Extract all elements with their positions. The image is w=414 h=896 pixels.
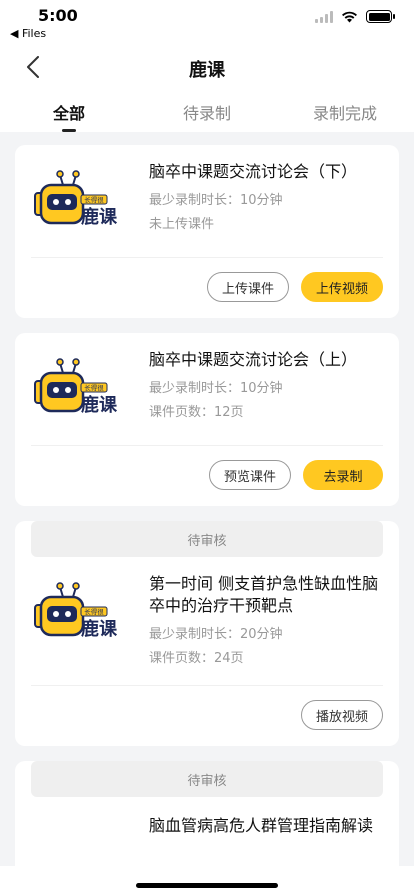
course-card-body: 长得很 鹿课 脑卒中课题交流讨论会（上） 最少录制时长：10分钟 课件页数：12… [31,333,383,446]
course-info: 脑卒中课题交流讨论会（下） 最少录制时长：10分钟 未上传课件 [149,161,383,243]
course-title: 第一时间 侧支首护急性缺血性脑卒中的治疗干预靶点 [149,574,379,615]
logo-badge-text: 长得很 [84,607,104,616]
logo-text: 鹿课 [81,206,118,228]
course-actions: 播放视频 [31,686,383,746]
logo-text: 鹿课 [81,618,118,640]
battery-icon [366,10,395,23]
courseware-pages: 课件页数：24页 [149,651,244,666]
tab-to-record[interactable]: 待录制 [138,90,276,132]
wifi-icon [342,11,357,22]
tab-bar: 全部 待录制 录制完成 [0,90,414,132]
upload-courseware-button[interactable]: 上传课件 [206,272,289,302]
courseware-pages: 课件页数：12页 [149,405,244,420]
course-card[interactable]: 待审核 脑血管病高危人群管理指南解读 [15,761,399,881]
review-status-badge: 待审核 [31,521,383,557]
system-icons [315,10,395,23]
logo-badge-text: 长得很 [84,195,104,204]
course-title: 脑卒中课题交流讨论会（上） [149,350,358,369]
play-video-button[interactable]: 播放视频 [300,700,383,730]
review-status-badge: 待审核 [31,761,383,797]
preview-courseware-button[interactable]: 预览课件 [208,460,291,490]
bottom-safe-area [0,866,414,896]
course-actions: 上传课件 上传视频 [31,258,383,318]
logo-text: 鹿课 [81,394,118,416]
course-info: 第一时间 侧支首护急性缺血性脑卒中的治疗干预靶点 最少录制时长：20分钟 课件页… [149,573,383,671]
back-to-app-link[interactable]: ◀ Files [10,27,46,40]
course-card[interactable]: 长得很 鹿课 脑卒中课题交流讨论会（下） 最少录制时长：10分钟 未上传课件 上… [15,145,399,318]
status-bar: 5:00 ◀ Files [0,0,414,44]
course-title: 脑卒中课题交流讨论会（下） [149,162,358,181]
course-min-duration: 最少录制时长：20分钟 [149,627,283,642]
status-time: 5:00 [38,6,78,25]
course-card-body: 长得很 鹿课 脑卒中课题交流讨论会（下） 最少录制时长：10分钟 未上传课件 [31,145,383,258]
signal-icon [315,10,333,23]
tab-all[interactable]: 全部 [0,90,138,132]
course-card[interactable]: 长得很 鹿课 脑卒中课题交流讨论会（上） 最少录制时长：10分钟 课件页数：12… [15,333,399,506]
course-info: 脑卒中课题交流讨论会（上） 最少录制时长：10分钟 课件页数：12页 [149,349,383,431]
courseware-status: 未上传课件 [149,217,215,232]
course-actions: 预览课件 去录制 [31,446,383,506]
course-card-body: 长得很 鹿课 第一时间 侧支首护急性缺血性脑卒中的治疗干预靶点 最少录制时长：2… [31,557,383,686]
logo-badge-text: 长得很 [84,383,104,392]
tab-recorded[interactable]: 录制完成 [276,90,414,132]
course-min-duration: 最少录制时长：10分钟 [149,381,283,396]
course-logo-image: 长得很 鹿课 [34,358,118,416]
course-logo-image: 长得很 鹿课 [34,582,118,640]
course-title: 脑血管病高危人群管理指南解读 [149,816,374,835]
course-list: 长得很 鹿课 脑卒中课题交流讨论会（下） 最少录制时长：10分钟 未上传课件 上… [15,145,399,896]
navigation-bar: 鹿课 [0,44,414,90]
go-record-button[interactable]: 去录制 [303,460,383,490]
course-card[interactable]: 待审核 长得很 鹿课 第一时间 侧支首护急性缺血性脑卒中的治疗干预靶点 最少录制… [15,521,399,746]
home-indicator[interactable] [136,883,278,888]
upload-video-button[interactable]: 上传视频 [300,272,383,302]
page-title: 鹿课 [189,60,225,81]
course-logo-image: 长得很 鹿课 [34,170,118,228]
course-min-duration: 最少录制时长：10分钟 [149,193,283,208]
